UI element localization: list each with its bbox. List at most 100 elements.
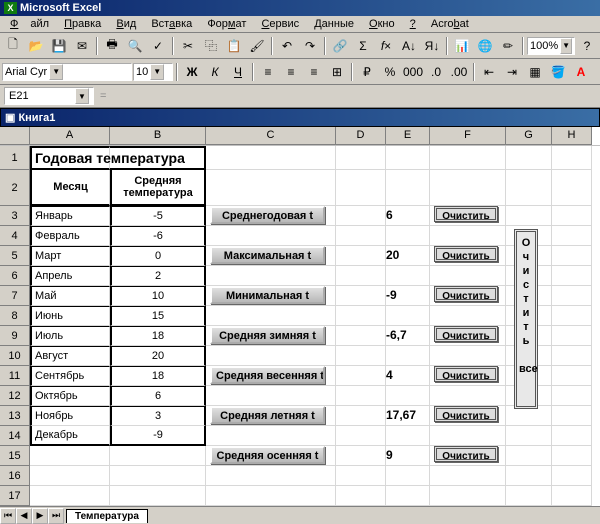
indent-dec-icon[interactable]: ⇤	[478, 61, 500, 82]
copy-icon[interactable]: ⿻	[200, 35, 222, 56]
cell[interactable]: Июнь	[30, 306, 110, 326]
chevron-down-icon[interactable]: ▼	[150, 64, 164, 80]
cell[interactable]	[206, 170, 336, 206]
cell[interactable]	[336, 306, 386, 326]
cell[interactable]	[552, 486, 592, 506]
clear-button[interactable]: Очистить	[434, 446, 498, 462]
cell[interactable]	[336, 206, 386, 226]
cell[interactable]	[430, 170, 506, 206]
cell[interactable]: 2	[110, 266, 206, 286]
align-center-icon[interactable]: ≡	[280, 61, 302, 82]
cell[interactable]	[336, 486, 386, 506]
row-header[interactable]: 4	[0, 226, 30, 246]
indent-inc-icon[interactable]: ⇥	[501, 61, 523, 82]
cell[interactable]: Месяц	[30, 170, 110, 206]
cell[interactable]	[30, 486, 110, 506]
cell[interactable]	[110, 466, 206, 486]
cell[interactable]	[336, 170, 386, 206]
menu-view[interactable]: Вид	[110, 16, 142, 32]
cell[interactable]	[386, 266, 430, 286]
cell[interactable]	[506, 146, 552, 170]
cell[interactable]	[552, 346, 592, 366]
cell[interactable]	[336, 266, 386, 286]
cell[interactable]	[506, 426, 552, 446]
col-header[interactable]: D	[336, 127, 386, 145]
cell[interactable]	[430, 306, 506, 326]
cell[interactable]	[206, 306, 336, 326]
row-header[interactable]: 10	[0, 346, 30, 366]
mail-icon[interactable]: ✉	[71, 35, 93, 56]
cell[interactable]: Август	[30, 346, 110, 366]
bold-icon[interactable]: Ж	[181, 61, 203, 82]
tab-prev-icon[interactable]: ◀	[16, 508, 32, 524]
cell[interactable]: 18	[110, 326, 206, 346]
menu-help[interactable]: ?	[404, 16, 422, 32]
calc-button[interactable]: Минимальная t	[210, 286, 325, 304]
print-icon[interactable]: 🖶	[101, 35, 123, 56]
row-header[interactable]: 12	[0, 386, 30, 406]
row-header[interactable]: 9	[0, 326, 30, 346]
cell[interactable]	[386, 426, 430, 446]
cell[interactable]	[336, 406, 386, 426]
cell[interactable]	[552, 306, 592, 326]
cell[interactable]	[336, 346, 386, 366]
menu-edit[interactable]: Правка	[58, 16, 107, 32]
link-icon[interactable]: 🔗	[329, 35, 351, 56]
cell[interactable]	[552, 246, 592, 266]
percent-icon[interactable]: %	[379, 61, 401, 82]
cell[interactable]	[430, 426, 506, 446]
cell[interactable]: Годовая температура	[30, 146, 110, 170]
fill-color-icon[interactable]: 🪣	[547, 61, 569, 82]
currency-icon[interactable]: ₽	[356, 61, 378, 82]
cell[interactable]	[336, 446, 386, 466]
redo-icon[interactable]: ↷	[299, 35, 321, 56]
new-icon[interactable]: 🗋	[2, 35, 24, 56]
sort-asc-icon[interactable]: A↓	[398, 35, 420, 56]
col-header[interactable]: G	[506, 127, 552, 145]
cell[interactable]	[552, 386, 592, 406]
worksheet[interactable]: A B C D E F G H 1Годовая температура2Мес…	[0, 127, 600, 506]
save-icon[interactable]: 💾	[48, 35, 70, 56]
cell[interactable]	[336, 226, 386, 246]
cell[interactable]	[552, 146, 592, 170]
cell[interactable]: Январь	[30, 206, 110, 226]
cell[interactable]: Март	[30, 246, 110, 266]
calc-button[interactable]: Средняя зимняя t	[210, 326, 325, 344]
cell[interactable]: Июль	[30, 326, 110, 346]
clear-button[interactable]: Очистить	[434, 326, 498, 342]
cell[interactable]	[506, 486, 552, 506]
italic-icon[interactable]: К	[204, 61, 226, 82]
row-header[interactable]: 7	[0, 286, 30, 306]
cell[interactable]	[552, 426, 592, 446]
cell[interactable]: Октябрь	[30, 386, 110, 406]
cell[interactable]	[552, 446, 592, 466]
menu-insert[interactable]: Вставка	[145, 16, 198, 32]
tab-last-icon[interactable]: ⏭	[48, 508, 64, 524]
cell[interactable]	[386, 486, 430, 506]
col-header[interactable]: B	[110, 127, 206, 145]
cell[interactable]	[386, 170, 430, 206]
cell[interactable]: 20	[110, 346, 206, 366]
cell[interactable]	[386, 226, 430, 246]
paste-icon[interactable]: 📋	[223, 35, 245, 56]
cell[interactable]	[552, 466, 592, 486]
size-combo[interactable]: 10▼	[133, 63, 173, 81]
clear-all-button[interactable]: Очиститьвсе	[514, 229, 538, 409]
cell[interactable]: Апрель	[30, 266, 110, 286]
cell[interactable]: Декабрь	[30, 426, 110, 446]
cell[interactable]: 15	[110, 306, 206, 326]
col-header[interactable]: E	[386, 127, 430, 145]
dec-decimal-icon[interactable]: .00	[448, 61, 470, 82]
row-header[interactable]: 3	[0, 206, 30, 226]
row-header[interactable]: 16	[0, 466, 30, 486]
fx-icon[interactable]: f×	[375, 35, 397, 56]
format-painter-icon[interactable]: 🖌	[246, 35, 268, 56]
map-icon[interactable]: 🌐	[474, 35, 496, 56]
cell[interactable]	[30, 466, 110, 486]
cell[interactable]	[552, 286, 592, 306]
sheet-tab[interactable]: Температура	[66, 509, 148, 523]
cell[interactable]	[336, 426, 386, 446]
cell[interactable]: 6	[110, 386, 206, 406]
chevron-down-icon[interactable]: ▼	[49, 64, 63, 80]
sum-icon[interactable]: Σ	[352, 35, 374, 56]
